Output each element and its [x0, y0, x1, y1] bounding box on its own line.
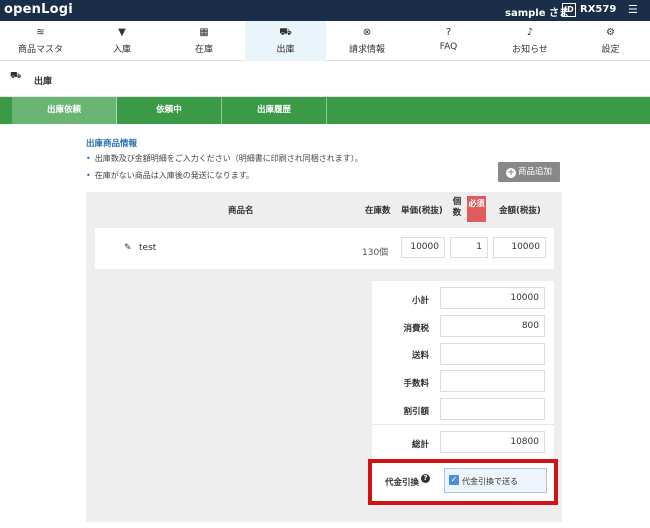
tab-outbound-request[interactable]: 出庫依頼 [12, 97, 117, 124]
user-name: sample さま [505, 8, 569, 19]
fee-input[interactable] [440, 370, 545, 392]
cod-checkbox-label[interactable]: 代金引換で送る [462, 476, 518, 487]
page-title: 出庫 [34, 77, 53, 87]
nav-label: お知らせ [512, 45, 548, 55]
nav-item-outbound[interactable]: ⛟ 出庫 [245, 21, 326, 61]
shipping-label: 送料 [411, 351, 429, 361]
cod-checkbox[interactable]: ✓ [449, 475, 459, 485]
menu-icon[interactable]: ☰ [628, 3, 638, 16]
total-label: 総計 [411, 440, 429, 450]
tab-in-progress[interactable]: 依頼中 [117, 97, 222, 124]
tax-field: 800 [440, 315, 545, 337]
shipping-input[interactable] [440, 343, 545, 365]
subtotal-field: 10000 [440, 287, 545, 309]
products-icon: ≋ [36, 27, 45, 38]
top-bar: openLogi sample さま ID RX579 ☰ [0, 0, 650, 21]
cod-label: 代金引換 [385, 478, 420, 488]
header-unit-price: 単価(税抜) [401, 206, 443, 216]
required-badge: 必須 [467, 196, 486, 222]
discount-label: 割引額 [403, 407, 429, 417]
tab-outbound-history[interactable]: 出庫履歴 [222, 97, 327, 124]
bell-icon: ♪ [526, 27, 534, 38]
header-product-name: 商品名 [228, 206, 254, 216]
header-stock: 在庫数 [365, 206, 391, 216]
discount-input[interactable] [440, 398, 545, 420]
billing-icon: ⊗ [362, 27, 372, 38]
nav-label: FAQ [439, 42, 458, 52]
plus-icon: + [505, 168, 516, 178]
header-quantity: 個数 [452, 197, 462, 218]
inventory-icon: ▦ [199, 27, 209, 38]
subtotal-label: 小計 [411, 296, 429, 306]
section-title: 出庫商品情報 [86, 139, 138, 149]
tax-label: 消費税 [403, 324, 429, 334]
add-product-button[interactable]: + 商品追加 [498, 162, 560, 182]
fee-label: 手数料 [403, 379, 429, 389]
tab-bar: 出庫依頼 依頼中 出庫履歴 [0, 97, 650, 124]
nav-label: 出庫 [276, 45, 295, 55]
nav-item-inbound[interactable]: ▼ 入庫 [81, 21, 163, 61]
help-icon[interactable]: ? [421, 474, 430, 483]
total-field: 10800 [440, 431, 545, 453]
nav-label: 設定 [601, 45, 620, 55]
truck-icon: ⛟ [10, 71, 22, 81]
amount-input[interactable]: 10000 [493, 237, 546, 258]
inbound-icon: ▼ [118, 27, 126, 38]
nav-item-news[interactable]: ♪ お知らせ [489, 21, 571, 61]
page-header: ⛟ 出庫 [0, 62, 650, 97]
totals-divider [372, 424, 554, 425]
stock-count: 130個 [362, 248, 389, 258]
nav-label: 入庫 [112, 45, 131, 55]
nav-item-billing[interactable]: ⊗ 請求情報 [326, 21, 408, 61]
gear-icon: ⚙ [606, 27, 615, 38]
user-id: RX579 [580, 4, 617, 15]
question-icon: ? [445, 27, 452, 38]
nav-label: 請求情報 [348, 45, 385, 55]
unit-price-input[interactable]: 10000 [401, 237, 445, 258]
id-badge: ID [562, 3, 576, 17]
nav-label: 商品マスタ [17, 45, 63, 55]
nav-item-inventory[interactable]: ▦ 在庫 [163, 21, 245, 61]
product-name[interactable]: test [139, 243, 156, 253]
info-bullet: • 出庫数及び金額明細をご入力ください（明細書に印刷され同梱されます）。 [86, 154, 363, 163]
info-bullet: • 在庫がない商品は入庫後の発送になります。 [86, 171, 254, 180]
truck-icon: ⛟ [279, 27, 292, 38]
nav-label: 在庫 [194, 45, 213, 55]
nav-item-products[interactable]: ≋ 商品マスタ [0, 21, 81, 61]
pencil-icon[interactable]: ✎ [124, 243, 132, 253]
nav-item-settings[interactable]: ⚙ 設定 [571, 21, 650, 61]
openlogi-logo[interactable]: openLogi [4, 2, 73, 17]
main-nav: ≋ 商品マスタ ▼ 入庫 ▦ 在庫 ⛟ 出庫 ⊗ 請求情報 ? FAQ ♪ お知… [0, 21, 650, 61]
nav-item-faq[interactable]: ? FAQ [408, 21, 489, 61]
quantity-input[interactable]: 1 [450, 237, 488, 258]
header-amount: 金額(税抜) [499, 206, 541, 216]
